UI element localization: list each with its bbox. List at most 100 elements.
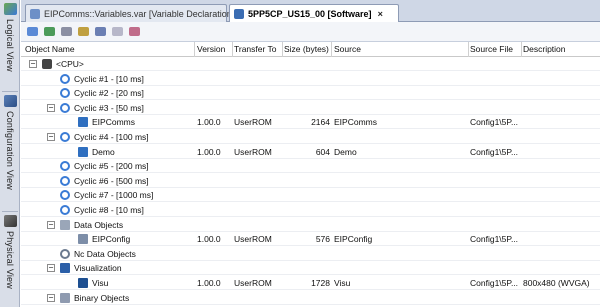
column-source-file[interactable]: Source File [470,44,513,54]
object-name-cell[interactable]: Binary Objects [59,292,129,304]
collapse-toggle-icon[interactable]: − [47,220,55,229]
table-row[interactable]: Cyclic #6 - [500 ms] [21,174,600,188]
object-name-cell[interactable]: Cyclic #5 - [200 ms] [59,160,149,172]
column-transfer-to[interactable]: Transfer To [234,44,277,54]
column-source[interactable]: Source [334,44,361,54]
collapse-toggle-icon[interactable]: − [47,264,55,273]
collapse-toggle-icon[interactable]: − [47,133,55,141]
collapse-toggle-icon[interactable]: − [29,60,37,68]
upload-icon[interactable] [93,25,107,38]
software-config-icon [234,9,244,19]
cyclic-icon [59,161,70,172]
transfer-icon[interactable] [42,25,56,38]
object-name-cell[interactable]: Nc Data Objects [59,248,136,260]
insert-object-icon[interactable] [25,25,39,38]
table-row[interactable]: − Data Objects [21,218,600,232]
column-divider [232,42,233,57]
table-row[interactable]: Cyclic #7 - [1000 ms] [21,188,600,203]
column-object-name[interactable]: Object Name [25,44,75,54]
tab-label: EIPComms::Variables.var [Variable Declar… [44,8,235,19]
object-name-label: Nc Data Objects [74,248,136,259]
object-name-label: Cyclic #7 - [1000 ms] [74,190,154,201]
table-row[interactable]: − <CPU> [21,57,600,71]
object-name-cell[interactable]: Cyclic #1 - [10 ms] [59,73,144,85]
edit-icon[interactable] [76,25,90,38]
column-version[interactable]: Version [197,44,225,54]
table-row[interactable]: Cyclic #8 - [10 ms] [21,203,600,217]
view-sidebar: Logical View Configuration View Physical… [0,0,20,307]
software-table: Object Name Version Transfer To Size (by… [21,42,600,307]
variable-file-icon [30,8,40,19]
source-file-cell: Config1\5P... [470,117,519,128]
object-name-label: EIPComms [92,117,135,128]
table-row[interactable]: − Cyclic #4 - [100 ms] [21,130,600,144]
object-name-cell[interactable]: Cyclic #6 - [500 ms] [59,175,149,187]
physical-view-tab[interactable]: Physical View [0,212,20,307]
cyclic-icon [59,175,70,186]
source-file-cell: Config1\5P... [470,234,519,245]
object-name-label: Visualization [74,263,122,274]
source-cell: Demo [334,146,357,157]
visualization-icon [59,263,70,274]
object-name-label: Cyclic #4 - [100 ms] [74,132,149,142]
object-name-cell[interactable]: Visu [77,277,108,289]
source-cell: EIPConfig [334,234,373,245]
object-name-cell[interactable]: Cyclic #7 - [1000 ms] [59,189,153,201]
table-row[interactable]: Cyclic #1 - [10 ms] [21,72,600,86]
object-name-label: Cyclic #2 - [20 ms] [74,88,144,99]
object-name-cell[interactable]: Demo [77,146,115,158]
source-cell: EIPComms [334,117,377,128]
table-row[interactable]: Cyclic #2 - [20 ms] [21,86,600,101]
object-name-cell[interactable]: Visualization [59,262,122,274]
properties-icon[interactable] [59,25,73,38]
transfer-to-cell: UserROM [234,278,272,288]
physical-view-icon [3,215,17,227]
object-name-cell[interactable]: Cyclic #2 - [20 ms] [59,87,144,99]
object-name-label: EIPConfig [92,234,131,245]
toolbar [21,22,600,42]
table-row[interactable]: − Visualization [21,261,600,276]
column-divider [468,42,469,57]
object-name-cell[interactable]: Data Objects [59,219,123,231]
object-name-cell[interactable]: Cyclic #3 - [50 ms] [59,102,144,114]
table-row[interactable]: EIPConfig 1.00.0 UserROM 576 EIPConfig Config… [21,232,600,247]
logical-view-tab[interactable]: Logical View [0,0,20,90]
cyclic-icon[interactable] [110,25,124,38]
table-row[interactable]: Demo 1.00.0 UserROM 604 Demo Config1\5P... [21,145,600,159]
object-name-label: Cyclic #8 - [10 ms] [74,205,144,215]
transfer-to-cell: UserROM [234,117,272,128]
table-row[interactable]: − Cyclic #3 - [50 ms] [21,101,600,115]
column-size[interactable]: Size (bytes) [284,44,329,54]
configuration-view-icon [3,95,17,107]
size-cell: 576 [315,234,330,245]
object-name-cell[interactable]: Cyclic #8 - [10 ms] [59,204,144,216]
configuration-view-tab[interactable]: Configuration View [0,92,20,210]
object-name-label: <CPU> [56,59,84,69]
configuration-view-label: Configuration View [5,111,15,190]
cyclic-icon [59,73,70,84]
logical-view-icon [3,3,17,15]
object-name-label: Cyclic #5 - [200 ms] [74,161,149,172]
tab-variable-declaration[interactable]: EIPComms::Variables.var [Variable Declar… [25,4,234,22]
table-row[interactable]: Visu 1.00.0 UserROM 1728 Visu Config1\5P... 80… [21,276,600,290]
config-icon[interactable] [127,25,141,38]
object-name-cell[interactable]: EIPComms [77,116,135,128]
logical-view-label: Logical View [5,19,15,72]
object-name-cell[interactable]: EIPConfig [77,233,130,245]
cyclic-icon [59,88,70,99]
object-name-cell[interactable]: Cyclic #4 - [100 ms] [59,131,149,143]
table-row[interactable]: Cyclic #5 - [200 ms] [21,159,600,174]
table-row[interactable]: Nc Data Objects [21,247,600,261]
collapse-toggle-icon[interactable]: − [47,103,55,112]
table-row[interactable]: − Binary Objects [21,291,600,305]
tab-software[interactable]: 5PP5CP_US15_00 [Software] × [229,4,399,23]
column-divider [331,42,332,57]
size-cell: 1728 [311,278,330,288]
column-description[interactable]: Description [523,44,566,54]
object-name-cell[interactable]: <CPU> [41,58,84,70]
cyclic-icon [59,205,70,216]
collapse-toggle-icon[interactable]: − [47,293,55,302]
object-name-label: Cyclic #1 - [10 ms] [74,73,144,84]
table-row[interactable]: EIPComms 1.00.0 UserROM 2164 EIPComms Config1… [21,115,600,130]
close-icon[interactable]: × [378,9,383,19]
